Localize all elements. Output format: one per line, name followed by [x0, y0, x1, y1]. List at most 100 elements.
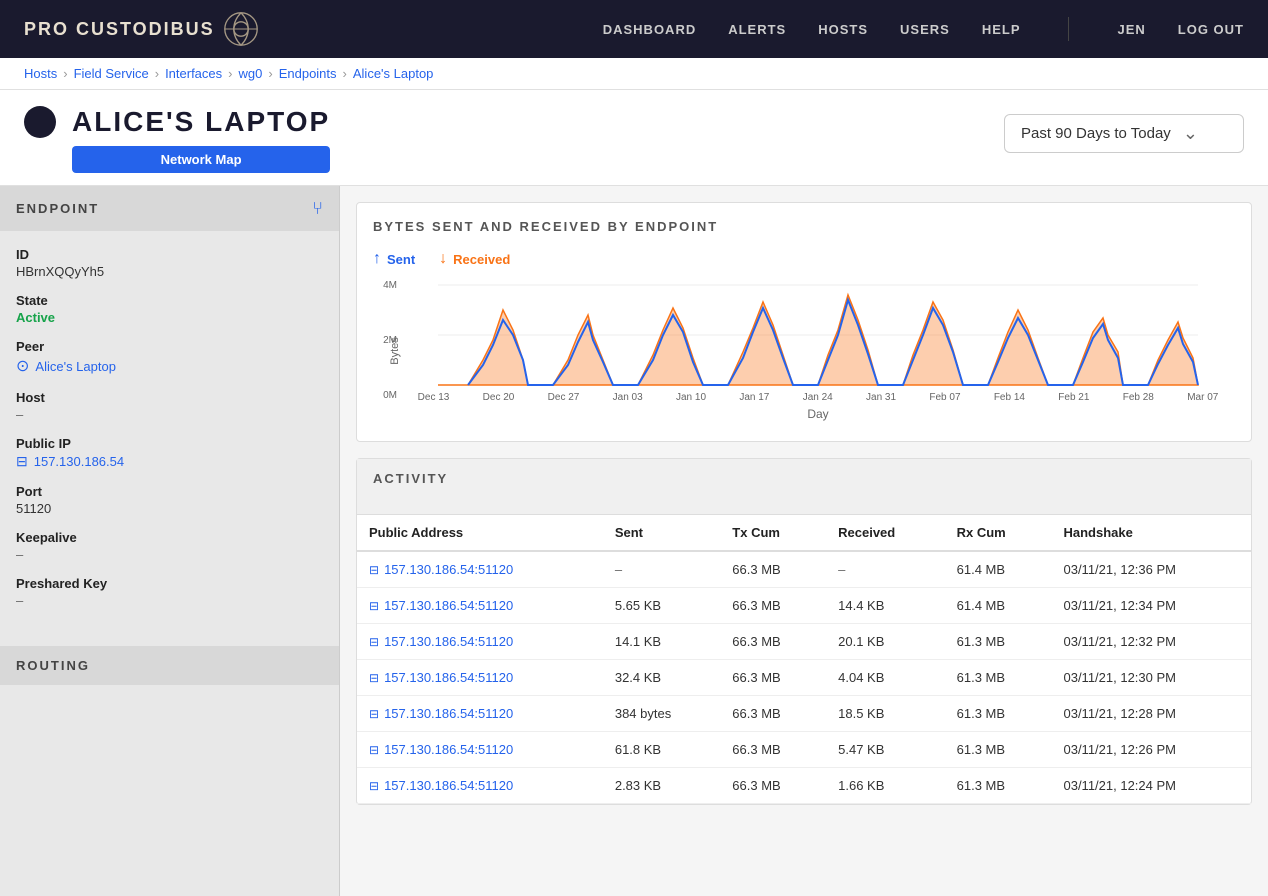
x-dec13: Dec 13	[418, 392, 450, 403]
preshared-key-value: –	[16, 593, 323, 608]
activity-handshake-4: 03/11/21, 12:28 PM	[1051, 696, 1251, 732]
breadcrumb-field-service[interactable]: Field Service	[74, 66, 149, 81]
activity-sent-2: 14.1 KB	[603, 624, 720, 660]
activity-received-1: 14.4 KB	[826, 588, 945, 624]
ip-icon: ⊟	[16, 453, 28, 470]
keepalive-label: Keepalive	[16, 530, 323, 545]
logo-text: Pro Custodibus	[24, 19, 215, 40]
x-feb21: Feb 21	[1058, 392, 1089, 403]
activity-table-head: Public Address Sent Tx Cum Received Rx C…	[357, 515, 1251, 551]
peer-link[interactable]: ⊙ Alice's Laptop	[16, 356, 323, 376]
breadcrumb-sep-3: ›	[228, 66, 232, 81]
nav-users[interactable]: USERS	[900, 22, 950, 37]
activity-address-5: ⊟ 157.130.186.54:51120	[357, 732, 603, 768]
address-link-0[interactable]: ⊟ 157.130.186.54:51120	[369, 562, 591, 577]
legend-received[interactable]: ↓ Received	[439, 250, 510, 268]
nav-dashboard[interactable]: DASHBOARD	[603, 22, 697, 37]
breadcrumb-wg0[interactable]: wg0	[239, 66, 263, 81]
network-map-button[interactable]: Network Map	[72, 146, 330, 173]
address-ip-icon-3: ⊟	[369, 671, 379, 685]
x-jan31: Jan 31	[866, 392, 896, 403]
breadcrumb-sep-4: ›	[268, 66, 272, 81]
address-ip-icon-6: ⊟	[369, 779, 379, 793]
activity-received-5: 5.47 KB	[826, 732, 945, 768]
breadcrumb-endpoints[interactable]: Endpoints	[279, 66, 337, 81]
activity-address-3: ⊟ 157.130.186.54:51120	[357, 660, 603, 696]
port-value: 51120	[16, 501, 323, 516]
activity-handshake-1: 03/11/21, 12:34 PM	[1051, 588, 1251, 624]
col-received: Received	[826, 515, 945, 551]
endpoint-status-icon	[24, 106, 56, 138]
x-axis-labels: Dec 13 Dec 20 Dec 27 Jan 03 Jan 10 Jan 1…	[401, 392, 1235, 403]
activity-tx-cum-5: 66.3 MB	[720, 732, 826, 768]
sidebar: ENDPOINT ⑂ ID HBrnXQQyYh5 State Active P…	[0, 186, 340, 896]
peer-value: ⊙ Alice's Laptop	[16, 356, 323, 376]
nav-divider	[1068, 17, 1069, 41]
breadcrumb-hosts[interactable]: Hosts	[24, 66, 57, 81]
address-link-2[interactable]: ⊟ 157.130.186.54:51120	[369, 634, 591, 649]
activity-table-header-row: Public Address Sent Tx Cum Received Rx C…	[357, 515, 1251, 551]
page-header: ALICE'S LAPTOP Network Map Past 90 Days …	[0, 90, 1268, 186]
activity-rx-cum-0: 61.4 MB	[945, 551, 1052, 588]
activity-rx-cum-2: 61.3 MB	[945, 624, 1052, 660]
activity-sent-5: 61.8 KB	[603, 732, 720, 768]
address-link-1[interactable]: ⊟ 157.130.186.54:51120	[369, 598, 591, 613]
nav-links: DASHBOARD ALERTS HOSTS USERS HELP JEN LO…	[603, 17, 1244, 41]
activity-table: Public Address Sent Tx Cum Received Rx C…	[357, 515, 1251, 804]
nav-hosts[interactable]: HOSTS	[818, 22, 868, 37]
legend-received-label: Received	[453, 252, 510, 267]
public-ip-value: ⊟ 157.130.186.54	[16, 453, 323, 470]
activity-rx-cum-3: 61.3 MB	[945, 660, 1052, 696]
x-jan17: Jan 17	[739, 392, 769, 403]
col-handshake: Handshake	[1051, 515, 1251, 551]
address-ip-icon-2: ⊟	[369, 635, 379, 649]
activity-tx-cum-0: 66.3 MB	[720, 551, 826, 588]
chart-title: BYTES SENT AND RECEIVED BY ENDPOINT	[373, 219, 1235, 234]
nav-user[interactable]: JEN	[1117, 22, 1145, 37]
public-ip-text: 157.130.186.54	[34, 454, 124, 469]
bytes-chart-svg	[401, 280, 1235, 390]
nav-help[interactable]: HELP	[982, 22, 1021, 37]
activity-handshake-2: 03/11/21, 12:32 PM	[1051, 624, 1251, 660]
y-label-0m: 0M	[373, 390, 397, 401]
public-ip-link[interactable]: ⊟ 157.130.186.54	[16, 453, 323, 470]
address-link-4[interactable]: ⊟ 157.130.186.54:51120	[369, 706, 591, 721]
activity-section: ACTIVITY Public Address Sent Tx Cum Rece…	[356, 458, 1252, 805]
nav-alerts[interactable]: ALERTS	[728, 22, 786, 37]
address-link-5[interactable]: ⊟ 157.130.186.54:51120	[369, 742, 591, 757]
x-dec27: Dec 27	[548, 392, 580, 403]
activity-tx-cum-1: 66.3 MB	[720, 588, 826, 624]
breadcrumb-interfaces[interactable]: Interfaces	[165, 66, 222, 81]
endpoint-section-header: ENDPOINT ⑂	[0, 186, 339, 231]
activity-received-3: 4.04 KB	[826, 660, 945, 696]
page-title: ALICE'S LAPTOP	[72, 106, 330, 138]
legend-sent[interactable]: ↑ Sent	[373, 250, 415, 268]
page-title-row: ALICE'S LAPTOP	[24, 106, 330, 138]
sent-arrow-icon: ↑	[373, 250, 381, 268]
activity-table-body: ⊟ 157.130.186.54:51120 – 66.3 MB – 61.4 …	[357, 551, 1251, 804]
endpoint-title: ENDPOINT	[16, 201, 99, 216]
activity-address-2: ⊟ 157.130.186.54:51120	[357, 624, 603, 660]
address-link-3[interactable]: ⊟ 157.130.186.54:51120	[369, 670, 591, 685]
fork-icon: ⑂	[312, 198, 323, 219]
address-link-6[interactable]: ⊟ 157.130.186.54:51120	[369, 778, 591, 793]
x-jan24: Jan 24	[803, 392, 833, 403]
chart-legend: ↑ Sent ↓ Received	[373, 250, 1235, 268]
activity-received-6: 1.66 KB	[826, 768, 945, 804]
activity-rx-cum-5: 61.3 MB	[945, 732, 1052, 768]
peer-link-text: Alice's Laptop	[35, 359, 116, 374]
x-axis-title: Day	[401, 407, 1235, 421]
id-value: HBrnXQQyYh5	[16, 264, 323, 279]
date-range-dropdown[interactable]: Past 90 Days to Today ⌄	[1004, 114, 1244, 153]
activity-tx-cum-6: 66.3 MB	[720, 768, 826, 804]
main-content: BYTES SENT AND RECEIVED BY ENDPOINT ↑ Se…	[340, 186, 1268, 896]
address-ip-icon-5: ⊟	[369, 743, 379, 757]
address-ip-icon-4: ⊟	[369, 707, 379, 721]
activity-address-4: ⊟ 157.130.186.54:51120	[357, 696, 603, 732]
activity-tx-cum-2: 66.3 MB	[720, 624, 826, 660]
legend-sent-label: Sent	[387, 252, 415, 267]
nav-logout[interactable]: LOG OUT	[1178, 22, 1244, 37]
chevron-down-icon: ⌄	[1183, 123, 1198, 144]
state-label: State	[16, 293, 323, 308]
activity-received-2: 20.1 KB	[826, 624, 945, 660]
